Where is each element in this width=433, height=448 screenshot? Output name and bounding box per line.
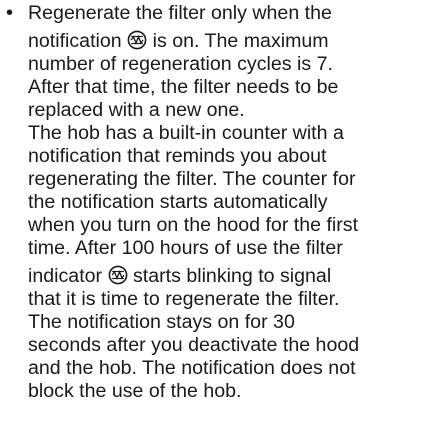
filter-icon (127, 30, 147, 50)
bullet-item: • Regenerate the filter only when the no… (0, 0, 433, 403)
text-line: notification that reminds you about (28, 145, 327, 167)
document-body: • Regenerate the filter only when the no… (0, 0, 433, 403)
text-line: and the hob. The notification does not (28, 357, 356, 379)
text-line: time. After 100 hours of use the filter (28, 237, 343, 259)
text-line: the notification starts automatically (28, 191, 328, 213)
text-line: Regenerate the filter only when the (28, 2, 332, 24)
text-line: replaced with a new one. (28, 99, 245, 121)
text-fragment: indicator (28, 265, 103, 287)
filter-icon (108, 265, 128, 285)
text-fragment: is on. The maximum (152, 30, 329, 52)
text-line: number of regeneration cycles is 7. (28, 53, 333, 75)
text-line: regenerating the filter. The counter for (28, 168, 356, 190)
text-line: The hob has a built-in counter with a (28, 122, 344, 144)
text-line: After that time, the filter needs to be (28, 76, 339, 98)
text-line-with-icon: notification is on. The maximum (28, 30, 433, 53)
bullet-marker: • (6, 2, 14, 24)
text-line: when you turn on the hood for the first (28, 214, 359, 236)
text-line: that it is time to regenerate the filter… (28, 288, 340, 310)
text-line: block the use of the hob. (28, 380, 242, 402)
text-fragment: starts blinking to signal (132, 265, 332, 287)
text-fragment: notification (28, 30, 122, 52)
text-line-with-icon: indicator starts blinking to signal (28, 265, 433, 288)
text-line: The notification stays on for 30 (28, 311, 295, 333)
text-line: seconds after you deactivate the hood (28, 334, 360, 356)
